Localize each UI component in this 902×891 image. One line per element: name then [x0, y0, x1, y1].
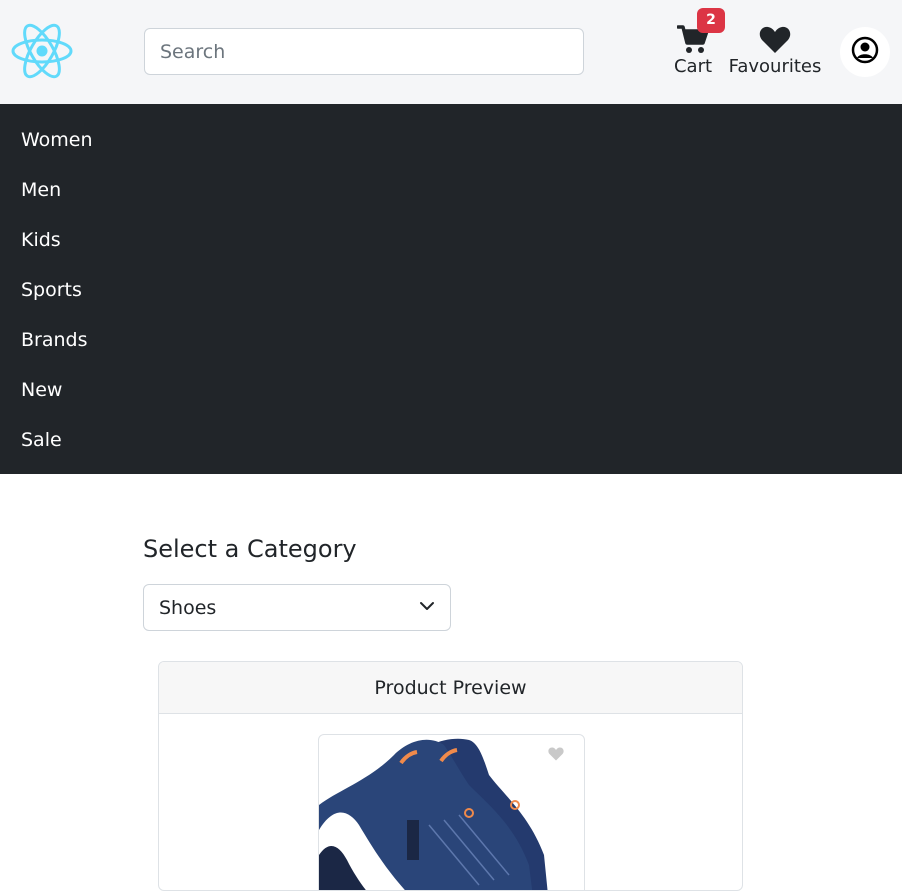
user-circle-icon: [851, 36, 879, 68]
category-select[interactable]: Shoes: [143, 584, 451, 631]
profile-button[interactable]: [840, 27, 890, 77]
favourites-button[interactable]: Favourites: [728, 18, 822, 77]
favourite-toggle-button[interactable]: [542, 741, 570, 769]
product-image[interactable]: [318, 734, 585, 890]
react-logo-icon[interactable]: [10, 22, 74, 80]
menu-item-women[interactable]: Women: [21, 129, 93, 151]
top-navbar: Cart 2 Favourites: [0, 0, 902, 104]
category-select-value: Shoes: [159, 596, 217, 619]
chevron-down-icon: [419, 597, 435, 619]
cart-label: Cart: [673, 56, 713, 77]
category-menu: Women Men Kids Sports Brands New Sale: [0, 104, 902, 474]
menu-item-new[interactable]: New: [21, 379, 62, 401]
menu-item-brands[interactable]: Brands: [21, 329, 88, 351]
menu-item-sports[interactable]: Sports: [21, 279, 82, 301]
search-input[interactable]: [144, 28, 584, 75]
heart-icon: [548, 746, 564, 765]
heart-icon: [728, 18, 822, 54]
menu-item-sale[interactable]: Sale: [21, 429, 62, 451]
menu-item-men[interactable]: Men: [21, 179, 61, 201]
product-preview-title: Product Preview: [159, 662, 742, 714]
favourites-label: Favourites: [728, 56, 822, 77]
product-preview-card: Product Preview: [158, 661, 743, 891]
cart-count-badge: 2: [697, 8, 725, 33]
category-heading: Select a Category: [143, 535, 357, 563]
menu-item-kids[interactable]: Kids: [21, 229, 61, 251]
